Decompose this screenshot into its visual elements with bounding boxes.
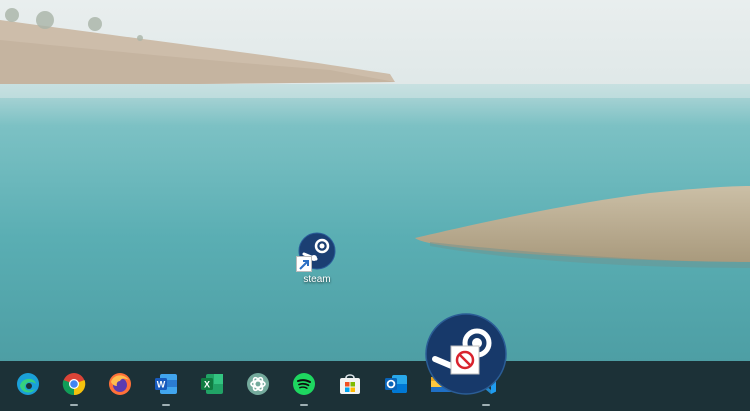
taskbar-edge-button[interactable] (8, 363, 48, 409)
no-drop-cursor (450, 345, 480, 375)
running-indicator (482, 404, 490, 406)
word-icon: W (155, 374, 177, 394)
spotify-icon (293, 373, 315, 395)
outlook-icon (385, 375, 407, 393)
chrome-icon (62, 373, 86, 396)
taskbar-spotify-button[interactable] (284, 363, 324, 409)
taskbar: W X (0, 361, 750, 411)
taskbar-chrome-button[interactable] (54, 363, 94, 409)
shortcut-arrow-icon (296, 256, 312, 272)
taskbar-word-button[interactable]: W (146, 363, 186, 409)
excel-icon: X (201, 374, 223, 394)
desktop-icon-label: steam (303, 274, 331, 285)
taskbar-chatgpt-button[interactable] (238, 363, 278, 409)
svg-text:X: X (204, 380, 210, 390)
taskbar-outlook-button[interactable] (376, 363, 416, 409)
desktop[interactable]: steam W X (0, 0, 750, 411)
no-drop-icon (450, 345, 480, 375)
running-indicator (300, 404, 308, 406)
taskbar-store-button[interactable] (330, 363, 370, 409)
chatgpt-icon (247, 373, 269, 395)
running-indicator (70, 404, 78, 406)
desktop-icon-steam[interactable]: steam (288, 232, 346, 285)
taskbar-excel-button[interactable]: X (192, 363, 232, 409)
running-indicator (162, 404, 170, 406)
firefox-icon (109, 373, 131, 395)
microsoft-store-icon (340, 374, 360, 394)
svg-text:W: W (157, 380, 166, 390)
desktop-wallpaper (0, 0, 750, 364)
taskbar-firefox-button[interactable] (100, 363, 140, 409)
steam-shortcut-icon (296, 232, 336, 272)
edge-icon (17, 373, 39, 395)
